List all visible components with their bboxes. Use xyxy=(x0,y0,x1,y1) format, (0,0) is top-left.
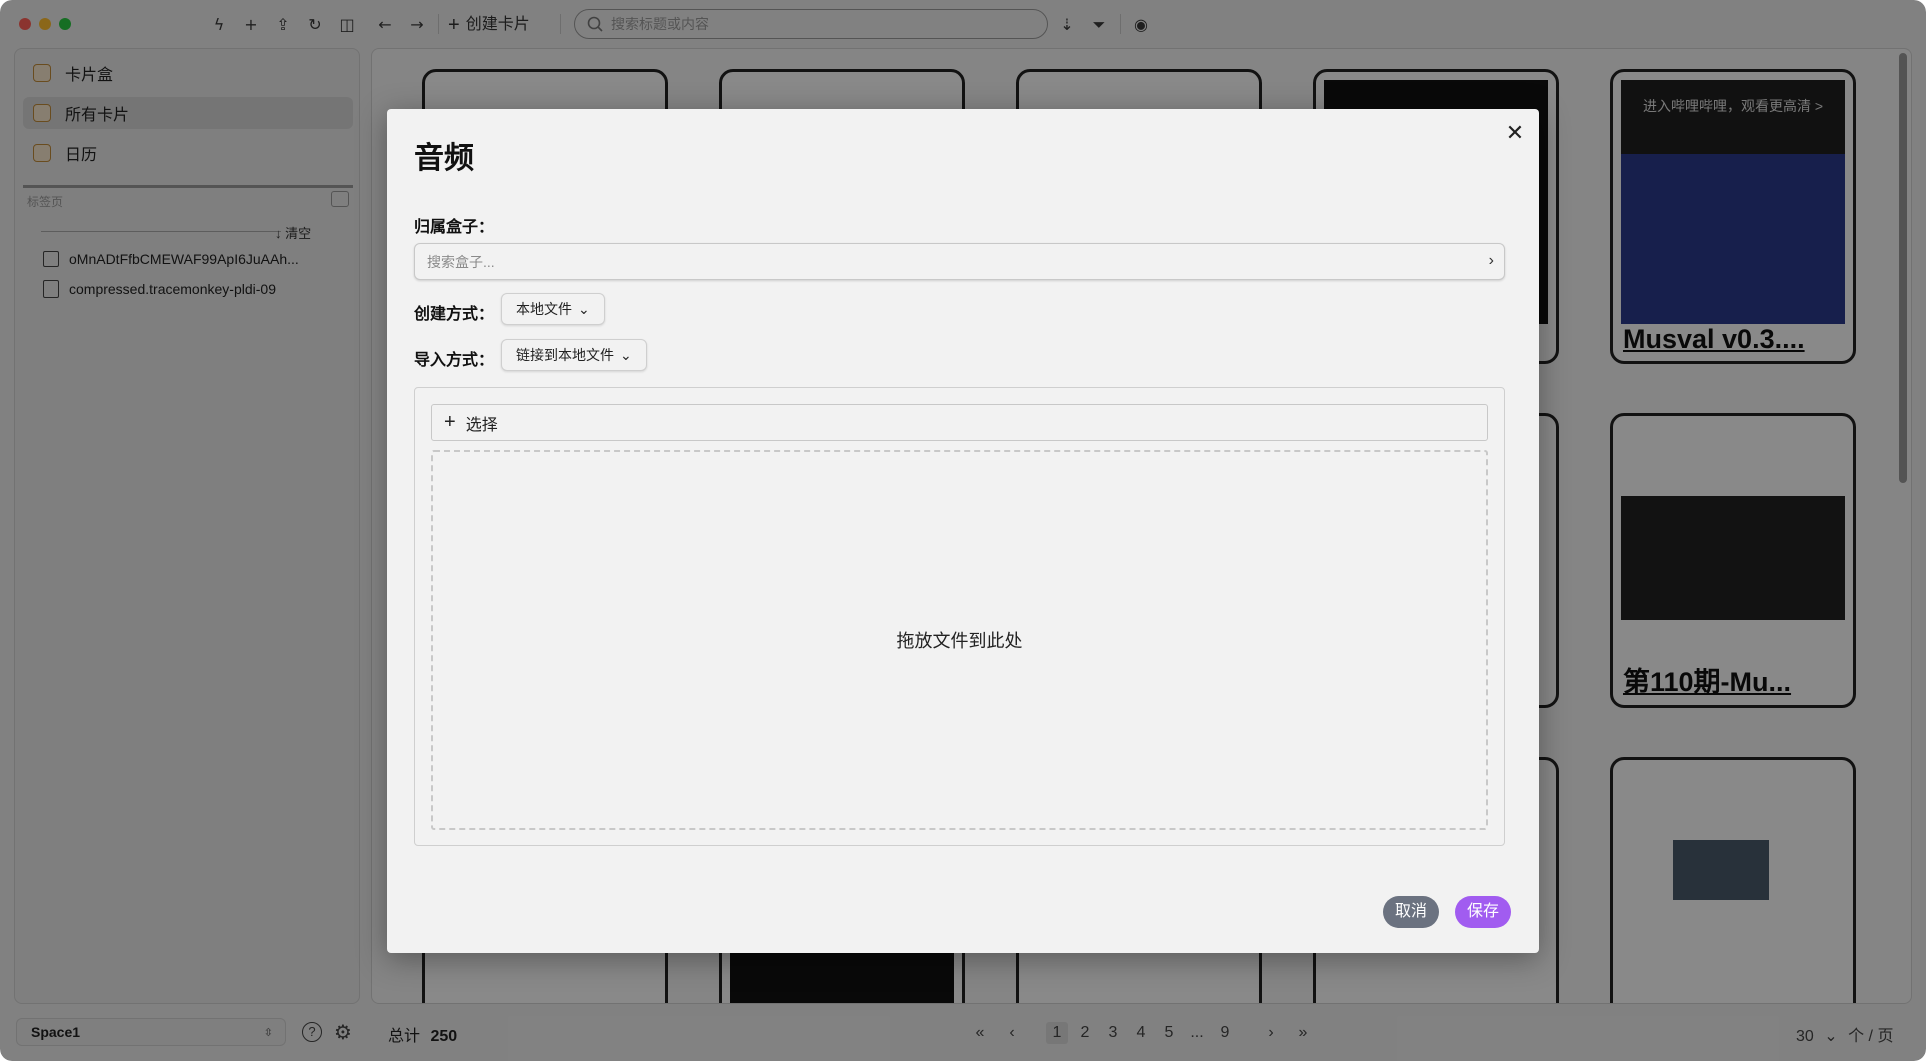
audio-dialog: 音频 ✕ 归属盒子： 搜索盒子... › 创建方式： 本地文件 ⌄ 导入方式： … xyxy=(387,109,1539,953)
close-icon[interactable]: ✕ xyxy=(1503,121,1527,145)
select-file-button[interactable]: + 选择 xyxy=(431,404,1488,441)
box-placeholder: 搜索盒子... xyxy=(427,253,495,270)
plus-icon: + xyxy=(444,411,456,433)
import-mode-value: 链接到本地文件 xyxy=(516,347,614,363)
dropzone-text: 拖放文件到此处 xyxy=(896,631,1023,651)
file-dropzone[interactable]: 拖放文件到此处 xyxy=(431,450,1488,830)
chevron-down-icon: ⌄ xyxy=(578,300,590,317)
cancel-button[interactable]: 取消 xyxy=(1383,896,1439,928)
app-window: ϟ + ⇪ ↻ ◫ ← → + 创建卡片 搜索标题或内容 ⇣ ⏷ ◉ 卡片盒 所… xyxy=(0,0,1926,1061)
select-label: 选择 xyxy=(465,416,498,434)
create-mode-dropdown[interactable]: 本地文件 ⌄ xyxy=(501,293,605,325)
chevron-right-icon: › xyxy=(1488,252,1494,269)
import-mode-label: 导入方式： xyxy=(414,352,495,369)
upload-area: + 选择 拖放文件到此处 xyxy=(414,387,1505,846)
create-mode-value: 本地文件 xyxy=(516,301,572,317)
import-mode-dropdown[interactable]: 链接到本地文件 ⌄ xyxy=(501,339,647,371)
dialog-title: 音频 xyxy=(414,142,474,175)
box-search-input[interactable]: 搜索盒子... › xyxy=(414,243,1505,280)
create-mode-label: 创建方式： xyxy=(414,306,495,323)
box-label: 归属盒子： xyxy=(414,219,495,236)
save-button[interactable]: 保存 xyxy=(1455,896,1511,928)
chevron-down-icon: ⌄ xyxy=(620,346,632,363)
